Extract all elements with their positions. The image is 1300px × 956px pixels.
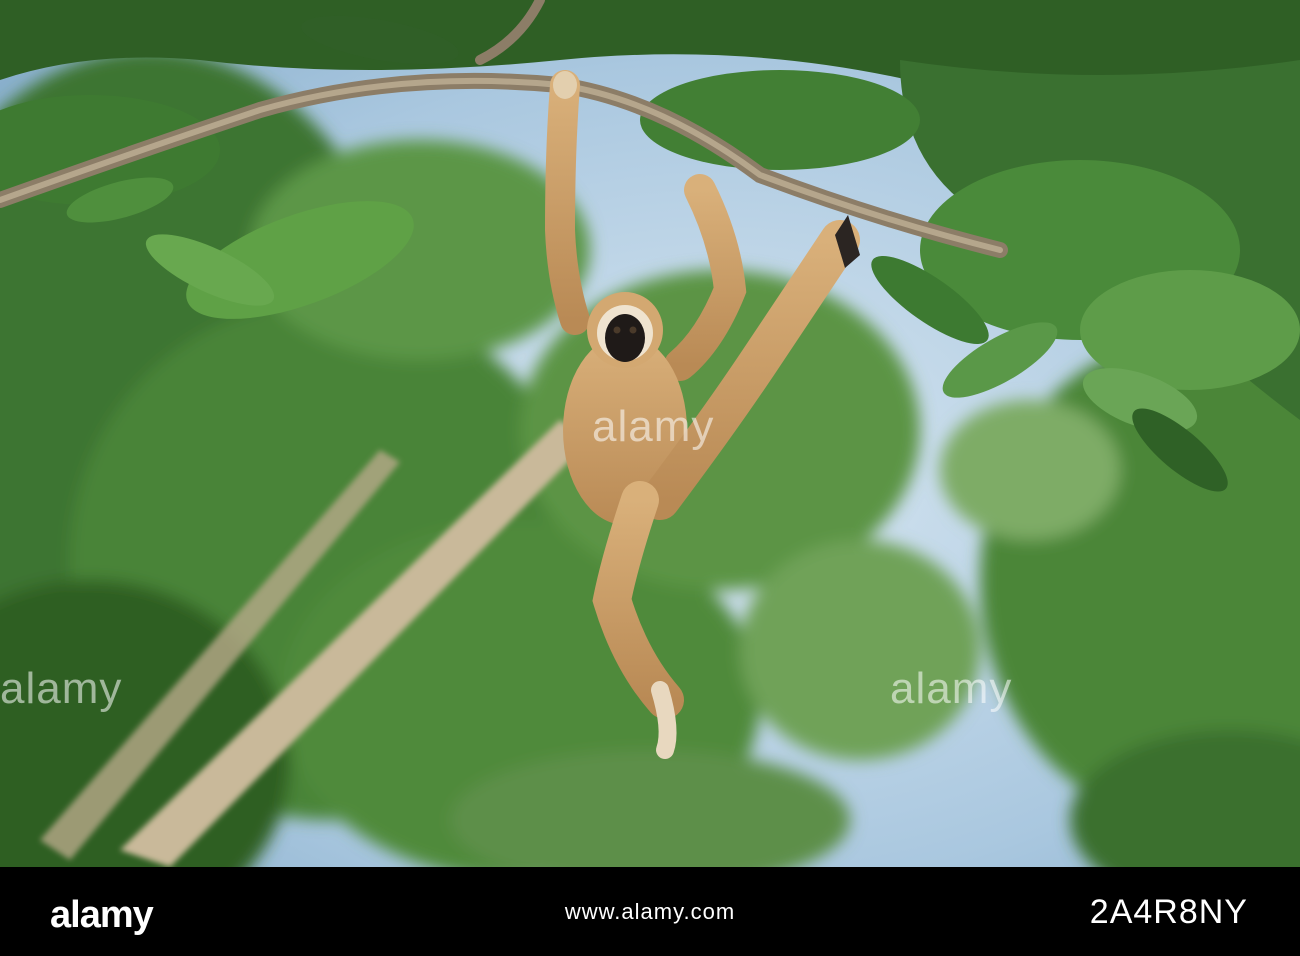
- image-id: 2A4R8NY: [1089, 893, 1248, 931]
- logo-text: alamy: [50, 894, 154, 936]
- gibbon-photo: [0, 0, 1300, 867]
- photo: alamy alamy alamy: [0, 0, 1300, 867]
- stock-logo: alamy: [50, 880, 160, 944]
- stock-url: www.alamy.com: [564, 899, 736, 924]
